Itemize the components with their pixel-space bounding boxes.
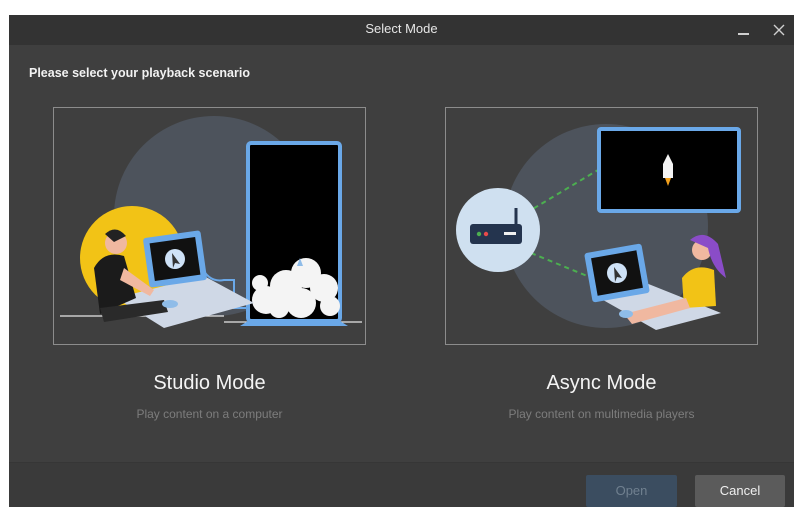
dialog-title: Select Mode <box>365 21 438 36</box>
studio-mode-card[interactable] <box>53 107 366 345</box>
studio-mode-illustration <box>60 116 362 328</box>
cancel-button[interactable]: Cancel <box>695 475 785 507</box>
close-icon <box>773 24 785 36</box>
async-mode-title: Async Mode <box>546 372 657 394</box>
async-mode-description: Play content on multimedia players <box>508 407 695 421</box>
minimize-icon <box>738 33 749 35</box>
select-mode-dialog: Select Mode Please select your playback … <box>9 15 794 507</box>
minimize-button[interactable] <box>731 15 757 45</box>
async-mode-card[interactable] <box>445 107 758 345</box>
close-button[interactable] <box>766 15 792 45</box>
studio-mode-title: Studio Mode <box>153 372 266 394</box>
open-button[interactable]: Open <box>586 475 677 507</box>
studio-mode-description: Play content on a computer <box>136 407 283 421</box>
scenario-prompt: Please select your playback scenario <box>29 66 250 80</box>
async-mode-illustration <box>456 124 741 330</box>
title-bar: Select Mode <box>9 15 794 45</box>
